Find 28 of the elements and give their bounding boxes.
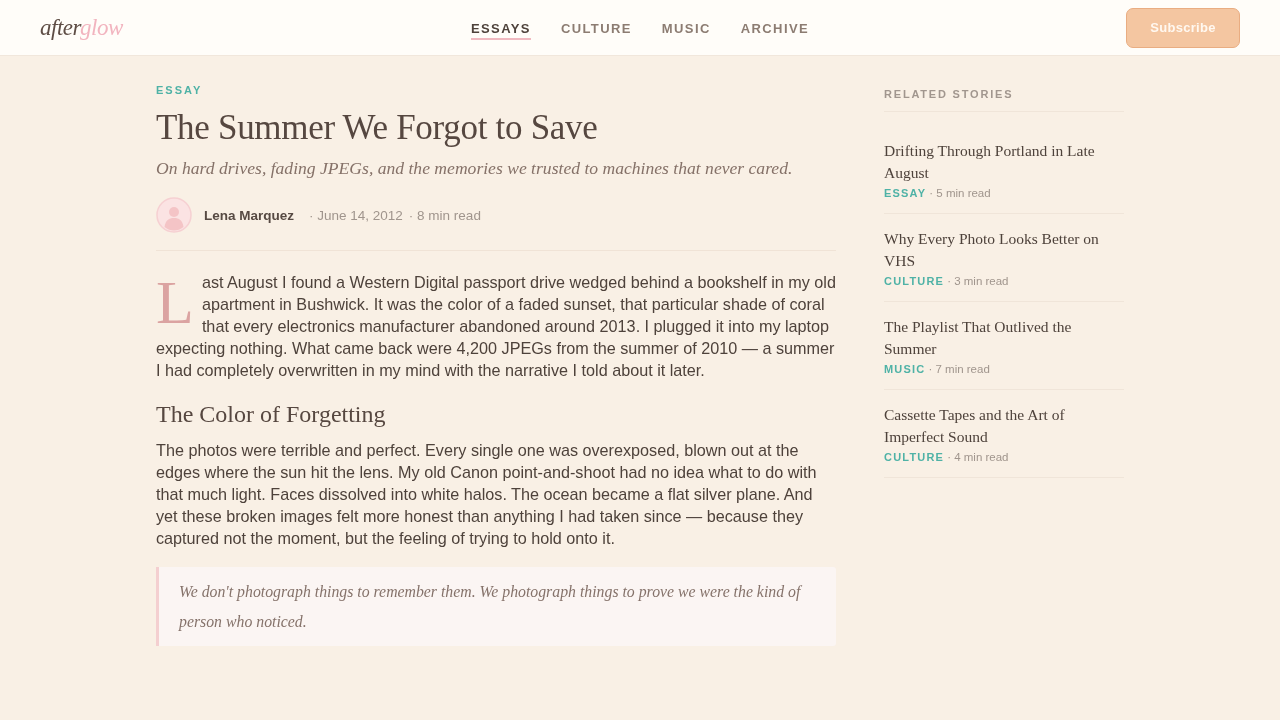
story-category: MUSIC — [884, 363, 926, 375]
article-subtitle: On hard drives, fading JPEGs, and the memories we trusted to machines that never cared. — [156, 157, 794, 180]
body-paragraph: The photos were terrible and perfect. Every single one was overexposed, blown out at the edges where the sun hit the lens. My old Canon point-and-shoot had no idea what to do with that much light. Faces dissolved into white halos. The ocean became a flat silver plane. And yet these broken images felt more honest than anything I had taken since — because they captured not the moment, but the feeling of trying to hold onto it. — [156, 440, 818, 549]
read-time: · 7 min read — [928, 363, 990, 375]
avatar-icon — [156, 197, 192, 233]
read-time: · 3 min read — [947, 275, 1009, 287]
category-label: ESSAY — [156, 83, 204, 97]
read-time: · 4 min read — [947, 451, 1009, 463]
article-title: The Summer We Forgot to Save — [156, 107, 599, 149]
story-category: CULTURE — [884, 451, 945, 463]
nav-tab[interactable]: CULTURE — [560, 17, 632, 40]
story-link[interactable]: The Playlist That Outlived the Summer — [884, 316, 1124, 360]
story-link[interactable]: Cassette Tapes and the Art of Imperfect Sound — [884, 404, 1124, 448]
author-name: Lena Marquez — [204, 207, 295, 223]
nav-tab[interactable]: ARCHIVE — [740, 17, 810, 40]
story-link[interactable]: Drifting Through Portland in Late August — [884, 140, 1124, 184]
story-category: ESSAY — [884, 187, 927, 199]
article-meta: · June 14, 2012 — [309, 207, 403, 223]
site-logo[interactable]: afterglow — [40, 14, 123, 41]
nav-tab[interactable]: MUSIC — [661, 17, 711, 40]
section-heading: The Color of Forgetting — [156, 400, 387, 429]
story-link[interactable]: Why Every Photo Looks Better on VHS — [884, 228, 1124, 272]
pull-quote: We don't photograph things to remember them. We photograph things to prove we were the kind of person who noticed. — [156, 567, 836, 646]
read-time: · 5 min read — [929, 187, 991, 199]
sidebar-heading: RELATED STORIES — [884, 88, 1124, 112]
nav-tab[interactable]: ESSAYS — [470, 17, 531, 40]
article-meta: · 8 min read — [408, 207, 481, 223]
story-category: CULTURE — [884, 275, 945, 287]
